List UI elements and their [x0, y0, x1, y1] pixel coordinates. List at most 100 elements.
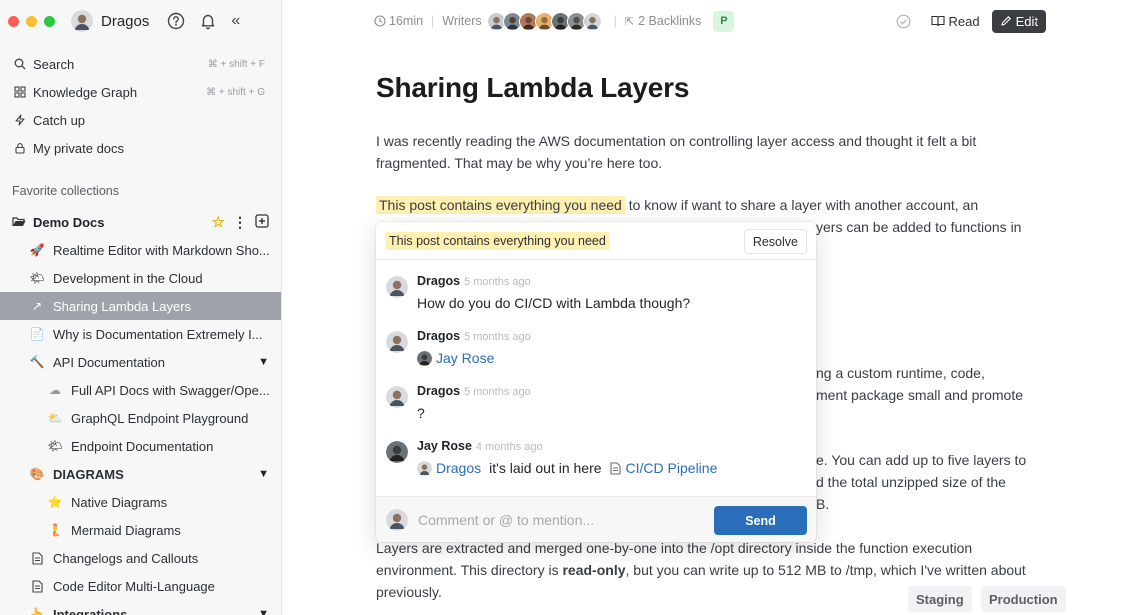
comment-author[interactable]: Jay Rose	[417, 439, 472, 453]
read-label: Read	[948, 13, 980, 29]
avatar[interactable]	[386, 441, 408, 463]
comment-time: 4 months ago	[475, 441, 543, 453]
comment-input[interactable]	[418, 511, 698, 528]
bold-text: read-only	[562, 562, 626, 578]
folder-open-icon	[12, 216, 28, 228]
doc-item-label: Endpoint Documentation	[71, 438, 214, 454]
read-time: 16min	[389, 14, 424, 28]
send-button[interactable]: Send	[714, 506, 807, 535]
help-icon[interactable]	[167, 12, 185, 30]
doc-item[interactable]: Code Editor Multi-Language	[0, 572, 281, 600]
doc-item[interactable]: 🌤 Endpoint Documentation	[0, 432, 281, 460]
star-icon: ⭐	[47, 495, 63, 509]
comment-author[interactable]: Dragos	[417, 384, 460, 398]
presence-badge[interactable]: P	[713, 10, 735, 32]
sidebar-knowledge-graph[interactable]: Knowledge Graph ⌘ + shift + G	[0, 78, 281, 106]
doc-link-label: CI/CD Pipeline	[625, 460, 718, 476]
read-mode-button[interactable]: Read	[925, 10, 986, 33]
search-icon	[12, 58, 28, 70]
avatar[interactable]	[386, 386, 408, 408]
doc-item[interactable]: 🚀 Realtime Editor with Markdown Sho...	[0, 236, 281, 264]
comment-body-text: it's laid out in here	[489, 460, 602, 476]
doc-item[interactable]: 🔨 API Documentation ▼	[0, 348, 281, 376]
doc-item[interactable]: Changelogs and Callouts	[0, 544, 281, 572]
add-doc-icon[interactable]	[255, 213, 269, 231]
comment-author[interactable]: Dragos	[417, 274, 460, 288]
doc-item-label: DIAGRAMS	[53, 466, 124, 482]
doc-item-label: API Documentation	[53, 354, 166, 370]
expand-caret-icon[interactable]: ▼	[258, 356, 269, 368]
comment-text: Jay Rose	[417, 347, 531, 369]
close-window-button[interactable]	[8, 15, 19, 27]
share-arrow-icon: ↗	[31, 299, 43, 313]
comment-item: Dragos 5 months ago How do you do CI/CD w…	[376, 274, 816, 329]
comment-list: Dragos 5 months ago How do you do CI/CD w…	[376, 260, 816, 494]
user-mention[interactable]: Jay Rose	[417, 350, 494, 366]
doc-item-label: Integrations	[53, 606, 128, 615]
sidebar-private-docs[interactable]: My private docs	[0, 134, 281, 162]
more-vertical-icon[interactable]: ⋮	[233, 214, 247, 231]
lightning-icon	[12, 114, 28, 126]
search-shortcut: ⌘ + shift + F	[207, 58, 265, 70]
doc-item-label: Development in the Cloud	[53, 270, 203, 286]
doc-item-active[interactable]: ↗ Sharing Lambda Layers	[0, 292, 281, 320]
sun-cloud-icon: 🌤	[29, 271, 45, 285]
page-icon: 📄	[29, 327, 45, 341]
sidebar-header: Dragos «	[0, 0, 281, 42]
user-mention[interactable]: Dragos	[417, 460, 481, 476]
doc-item[interactable]: 🌤 Development in the Cloud	[0, 264, 281, 292]
doc-item[interactable]: 🎨 DIAGRAMS ▼	[0, 460, 281, 488]
resolve-button[interactable]: Resolve	[743, 229, 807, 254]
comment-quote-header: This post contains everything you need R…	[376, 222, 816, 260]
doc-item-label: Sharing Lambda Layers	[53, 298, 192, 314]
doc-item-label: Mermaid Diagrams	[71, 522, 181, 538]
doc-item[interactable]: ☁ Full API Docs with Swagger/Ope...	[0, 376, 281, 404]
minimize-window-button[interactable]	[26, 15, 37, 27]
check-circle-icon[interactable]	[896, 14, 911, 29]
doc-item-label: Code Editor Multi-Language	[53, 578, 215, 594]
pointing-hand-icon: 👆	[29, 607, 45, 615]
expand-caret-icon[interactable]: ▼	[258, 608, 269, 615]
collection-demo-docs[interactable]: Demo Docs ☆ ⋮	[0, 208, 281, 236]
document-icon	[609, 461, 621, 475]
comment-item: Dragos 5 months ago ?	[376, 384, 816, 439]
workspace-avatar[interactable]	[71, 10, 93, 32]
avatar[interactable]	[386, 276, 408, 298]
paragraph[interactable]: I was recently reading the AWS documenta…	[376, 130, 1046, 174]
avatar[interactable]	[386, 331, 408, 353]
palette-icon: 🎨	[29, 467, 45, 481]
more-options-icon[interactable]: ⋮	[1026, 11, 1044, 32]
collection-name: Demo Docs	[33, 214, 105, 230]
doc-item[interactable]: ⭐ Native Diagrams	[0, 488, 281, 516]
doc-item[interactable]: 📄 Why is Documentation Extremely I...	[0, 320, 281, 348]
doc-item-label: GraphQL Endpoint Playground	[71, 410, 249, 426]
comment-composer: Send	[376, 496, 816, 542]
comment-time: 5 months ago	[464, 276, 531, 288]
cloud-icon: ☁	[49, 383, 61, 397]
star-icon[interactable]: ☆	[212, 213, 225, 231]
sidebar-catch-up[interactable]: Catch up	[0, 106, 281, 134]
paragraph[interactable]: This post contains everything you need t…	[376, 194, 1046, 216]
doc-item[interactable]: ⛅ GraphQL Endpoint Playground	[0, 404, 281, 432]
env-tag-production[interactable]: Production	[981, 586, 1066, 612]
doc-item[interactable]: 👆 Integrations ▼	[0, 600, 281, 615]
workspace-name[interactable]: Dragos	[101, 13, 149, 30]
commented-highlight[interactable]: This post contains everything you need	[376, 196, 625, 214]
maximize-window-button[interactable]	[44, 15, 55, 27]
knowledge-graph-label: Knowledge Graph	[33, 84, 138, 100]
backlinks-count[interactable]: 2 Backlinks	[638, 14, 701, 28]
collapse-sidebar-icon[interactable]: «	[231, 12, 240, 30]
comment-item: Dragos 5 months ago Jay Rose	[376, 329, 816, 384]
sun-cloud-icon: ⛅	[47, 411, 63, 425]
mention-name: Jay Rose	[436, 350, 495, 366]
comment-author[interactable]: Dragos	[417, 329, 460, 343]
writers-avatars[interactable]	[486, 11, 602, 31]
doc-item[interactable]: 🧜 Mermaid Diagrams	[0, 516, 281, 544]
expand-caret-icon[interactable]: ▼	[258, 468, 269, 480]
book-icon	[930, 15, 945, 27]
bell-icon[interactable]	[199, 12, 217, 30]
env-tag-staging[interactable]: Staging	[908, 586, 972, 612]
doc-link[interactable]: CI/CD Pipeline	[609, 460, 718, 476]
document-title[interactable]: Sharing Lambda Layers	[376, 72, 1046, 104]
sidebar-search[interactable]: Search ⌘ + shift + F	[0, 50, 281, 78]
